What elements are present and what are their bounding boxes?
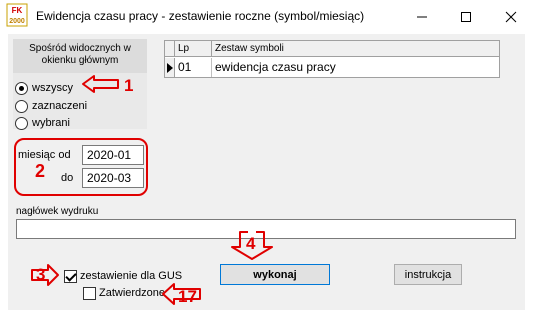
dialog-window: FK 2000 Ewidencja czasu pracy - zestawie… bbox=[0, 0, 533, 318]
approved-checkbox[interactable] bbox=[83, 287, 96, 300]
print-header-input[interactable] bbox=[16, 219, 516, 239]
maximize-button[interactable] bbox=[444, 0, 488, 32]
cell-lp: 01 bbox=[175, 58, 212, 77]
annotation-number-4: 4 bbox=[246, 234, 256, 253]
column-header-lp[interactable]: Lp bbox=[175, 41, 212, 57]
minimize-icon bbox=[417, 16, 427, 18]
annotation-number-17: 17 bbox=[178, 287, 197, 306]
radio-button[interactable] bbox=[15, 100, 28, 113]
table-row[interactable]: 01 ewidencja czasu pracy bbox=[165, 58, 499, 77]
app-logo-icon: FK 2000 bbox=[6, 3, 28, 27]
annotation-number-3: 3 bbox=[36, 265, 46, 284]
svg-text:2000: 2000 bbox=[9, 18, 25, 25]
filter-header: Spośród widocznych w okienku głównym bbox=[13, 39, 147, 73]
gus-checkbox-label: zestawienie dla GUS bbox=[80, 270, 183, 282]
dialog-client-area: Spośród widocznych w okienku głównym wsz… bbox=[8, 34, 525, 310]
close-icon bbox=[505, 11, 517, 23]
radio-label: zaznaczeni bbox=[32, 100, 88, 112]
grid-indicator-header bbox=[165, 41, 175, 57]
print-header-label: nagłówek wydruku bbox=[16, 206, 99, 217]
annotation-number-1: 1 bbox=[124, 76, 134, 95]
cell-name: ewidencja czasu pracy bbox=[215, 60, 336, 74]
close-button[interactable] bbox=[489, 0, 533, 32]
annotation-number-2: 2 bbox=[35, 161, 46, 181]
gus-checkbox[interactable] bbox=[64, 270, 77, 283]
title-bar: FK 2000 Ewidencja czasu pracy - zestawie… bbox=[0, 0, 533, 34]
month-from-label: miesiąc od bbox=[18, 149, 71, 161]
month-to-label: do bbox=[61, 172, 74, 184]
window-title: Ewidencja czasu pracy - zestawienie rocz… bbox=[36, 9, 365, 23]
instructions-button[interactable]: instrukcja bbox=[394, 264, 462, 285]
grid-header: Lp Zestaw symboli bbox=[165, 41, 499, 57]
maximize-icon bbox=[461, 12, 471, 22]
radio-button[interactable] bbox=[15, 82, 28, 95]
radio-label: wybrani bbox=[32, 117, 70, 129]
svg-text:FK: FK bbox=[12, 6, 23, 15]
column-header-name[interactable]: Zestaw symboli bbox=[212, 41, 499, 57]
radio-button[interactable] bbox=[15, 117, 28, 130]
run-button[interactable]: wykonaj bbox=[220, 264, 330, 285]
symbol-set-grid[interactable]: Lp Zestaw symboli 01 ewidencja czasu pra… bbox=[164, 40, 500, 78]
month-to-input[interactable] bbox=[82, 168, 144, 188]
approved-checkbox-label: Zatwierdzone bbox=[99, 287, 166, 299]
month-from-input[interactable] bbox=[82, 145, 144, 165]
radio-label: wszyscy bbox=[32, 82, 73, 94]
minimize-button[interactable] bbox=[400, 0, 444, 32]
row-selector-arrow-icon bbox=[165, 58, 175, 77]
